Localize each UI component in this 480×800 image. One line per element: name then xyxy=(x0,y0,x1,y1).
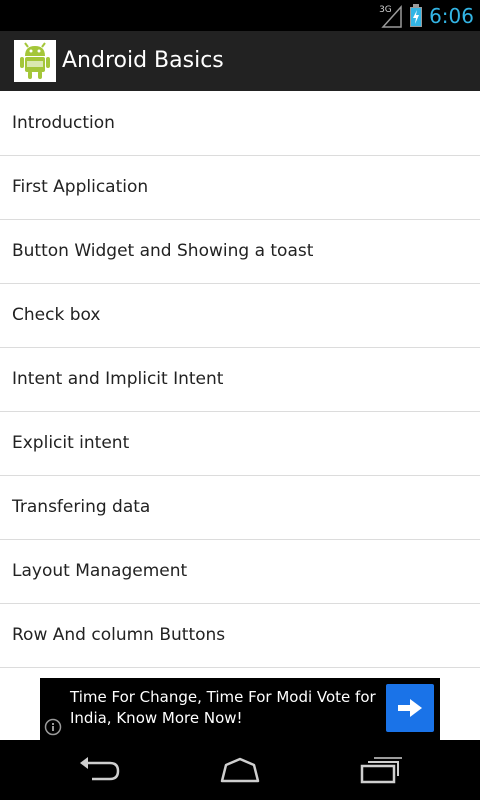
recent-apps-icon xyxy=(360,757,402,784)
action-bar: Android Basics xyxy=(0,31,480,91)
ad-text[interactable]: Time For Change, Time For Modi Vote for … xyxy=(70,687,380,729)
info-icon[interactable] xyxy=(44,718,62,736)
topic-list: Introduction First Application Button Wi… xyxy=(0,92,480,668)
ad-banner[interactable]: Time For Change, Time For Modi Vote for … xyxy=(40,678,440,740)
list-item[interactable]: Button Widget and Showing a toast xyxy=(0,220,480,284)
recent-apps-button[interactable] xyxy=(350,750,410,790)
signal-icon xyxy=(381,4,402,28)
list-item[interactable]: Check box xyxy=(0,284,480,348)
battery-charging-icon xyxy=(410,3,423,27)
list-item[interactable]: Transfering data xyxy=(0,476,480,540)
home-icon xyxy=(220,757,260,783)
list-item[interactable]: Layout Management xyxy=(0,540,480,604)
list-item[interactable]: First Application xyxy=(0,156,480,220)
home-button[interactable] xyxy=(210,750,270,790)
back-button[interactable] xyxy=(70,750,130,790)
list-item[interactable]: Introduction xyxy=(0,92,480,156)
arrow-right-icon xyxy=(398,699,422,717)
android-app-icon[interactable] xyxy=(14,40,56,82)
ad-arrow-button[interactable] xyxy=(386,684,434,732)
navigation-bar xyxy=(0,740,480,800)
status-bar: 3G 6:06 xyxy=(0,0,480,31)
list-item[interactable]: Row And column Buttons xyxy=(0,604,480,668)
clock: 6:06 xyxy=(429,3,474,28)
back-icon xyxy=(80,757,120,781)
app-title: Android Basics xyxy=(62,48,224,73)
status-icons: 3G 6:06 xyxy=(379,0,474,31)
network-indicator: 3G xyxy=(379,4,403,28)
list-item[interactable]: Intent and Implicit Intent xyxy=(0,348,480,412)
list-item[interactable]: Explicit intent xyxy=(0,412,480,476)
